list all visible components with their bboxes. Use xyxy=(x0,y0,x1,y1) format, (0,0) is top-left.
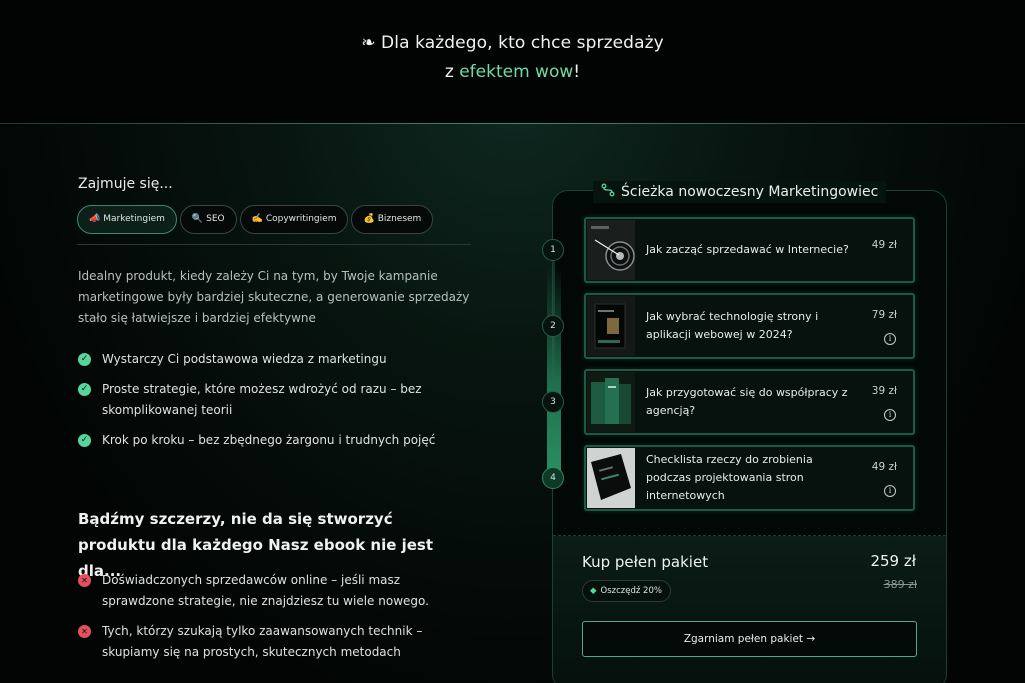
buy-bundle-button[interactable]: Zgarniam pełen pakiet → xyxy=(582,621,917,657)
topic-chips: 📣 Marketingiem 🔍 SEO ✍️ Copywritingiem 💰 Biz… xyxy=(77,205,434,234)
info-icon[interactable]: i xyxy=(884,409,896,421)
ebook-cover-image xyxy=(587,448,635,508)
product-price: 49 zł xyxy=(871,239,897,251)
info-icon[interactable]: i xyxy=(884,485,896,497)
list-item: ✓ Krok po kroku – bez zbędnego żargonu i… xyxy=(78,430,468,451)
learning-path-card: Ścieżka nowoczesny Marketingowiec 1 2 3 … xyxy=(542,181,947,683)
chips-divider xyxy=(77,244,471,245)
cross-icon: ✕ xyxy=(78,574,91,587)
benefits-list: ✓ Wystarczy Ci podstawowa wiedza z marke… xyxy=(78,349,468,460)
check-icon: ✓ xyxy=(78,383,91,396)
discount-label: Oszczędź 20% xyxy=(600,586,662,596)
main-section: Zajmuje się... 📣 Marketingiem 🔍 SEO ✍️ Copy… xyxy=(0,124,1025,683)
card-header: Ścieżka nowoczesny Marketingowiec xyxy=(593,181,887,203)
product-title: Jak przygotować się do współpracy z agen… xyxy=(646,386,848,417)
hero-headline-line1: ❧ Dla każdego, kto chce sprzedaży xyxy=(361,33,664,53)
ebook-cover-image xyxy=(587,296,635,356)
product-title: Jak wybrać technologię strony i aplikacj… xyxy=(646,310,819,341)
product-item[interactable]: Jak zacząć sprzedawać w Internecie? 49 z… xyxy=(584,217,915,283)
chip-label: SEO xyxy=(206,214,225,224)
product-item[interactable]: Checklista rzeczy do zrobienia podczas p… xyxy=(584,445,915,511)
chip-seo[interactable]: 🔍 SEO xyxy=(179,205,237,234)
list-item: ✓ Wystarczy Ci podstawowa wiedza z marke… xyxy=(78,349,468,370)
benefit-text: Krok po kroku – bez zbędnego żargonu i t… xyxy=(102,433,436,447)
not-for-text: Doświadczonych sprzedawców online – jeśl… xyxy=(102,573,429,608)
list-item: ✕ Doświadczonych sprzedawców online – je… xyxy=(78,570,458,612)
hero-suffix: ! xyxy=(573,62,581,82)
hero-prefix: z xyxy=(444,62,460,82)
step-marker-2: 2 xyxy=(542,315,564,337)
chip-marketing[interactable]: 📣 Marketingiem xyxy=(77,205,177,234)
tag-icon: ◆ xyxy=(590,586,597,596)
bundle-title: Kup pełen pakiet xyxy=(582,553,709,571)
card-title: Ścieżka nowoczesny Marketingowiec xyxy=(621,184,879,200)
not-for-text: Tych, którzy szukają tylko zaawansowanyc… xyxy=(102,624,423,659)
megaphone-icon: 📣 xyxy=(89,214,101,224)
product-price: 79 zł xyxy=(871,309,897,321)
step-marker-3: 3 xyxy=(542,391,564,413)
product-title: Jak zacząć sprzedawać w Internecie? xyxy=(646,243,849,256)
chip-label: Marketingiem xyxy=(103,214,165,224)
money-bag-icon: 💰 xyxy=(363,214,375,224)
product-item[interactable]: Jak przygotować się do współpracy z agen… xyxy=(584,369,915,435)
check-icon: ✓ xyxy=(78,353,91,366)
chip-label: Copywritingiem xyxy=(265,214,337,224)
bundle-old-price: 389 zł xyxy=(883,578,917,591)
not-for-list: ✕ Doświadczonych sprzedawców online – je… xyxy=(78,570,458,672)
discount-badge: ◆ Oszczędź 20% xyxy=(582,580,671,602)
bundle-section: Kup pełen pakiet 259 zł 389 zł ◆ Oszczędź… xyxy=(553,536,946,683)
product-description: Idealny produkt, kiedy zależy Ci na tym,… xyxy=(78,269,470,325)
bundle-price: 259 zł xyxy=(870,552,916,570)
step-marker-1: 1 xyxy=(542,239,564,261)
chip-copywriting[interactable]: ✍️ Copywritingiem xyxy=(239,205,349,234)
check-icon: ✓ xyxy=(78,434,91,447)
benefit-text: Wystarczy Ci podstawowa wiedza z marketi… xyxy=(102,352,387,366)
product-item[interactable]: Jak wybrać technologię strony i aplikacj… xyxy=(584,293,915,359)
cross-icon: ✕ xyxy=(78,625,91,638)
benefit-text: Proste strategie, które możesz wdrożyć o… xyxy=(102,382,422,417)
timeline-progress xyxy=(547,265,561,477)
path-icon xyxy=(601,183,615,201)
ebook-cover-image xyxy=(587,220,635,280)
ebook-cover-image xyxy=(587,372,635,432)
info-icon[interactable]: i xyxy=(884,333,896,345)
step-marker-4: 4 xyxy=(542,467,564,489)
topics-label: Zajmuje się... xyxy=(78,176,173,192)
writing-hand-icon: ✍️ xyxy=(251,214,263,224)
hero-accent-text: efektem wow xyxy=(459,62,574,82)
chip-label: Biznesem xyxy=(377,214,422,224)
list-item: ✕ Tych, którzy szukają tylko zaawansowan… xyxy=(78,621,458,663)
product-price: 49 zł xyxy=(871,461,897,473)
hero-banner: ❧ Dla każdego, kto chce sprzedaży z efek… xyxy=(0,0,1025,123)
magnifier-icon: 🔍 xyxy=(191,214,204,224)
list-item: ✓ Proste strategie, które możesz wdrożyć… xyxy=(78,379,468,421)
product-title: Checklista rzeczy do zrobienia podczas p… xyxy=(646,453,813,502)
product-price: 39 zł xyxy=(871,385,897,397)
chip-business[interactable]: 💰 Biznesem xyxy=(351,205,434,234)
hero-headline-line2: z efektem wow! xyxy=(0,62,1025,82)
